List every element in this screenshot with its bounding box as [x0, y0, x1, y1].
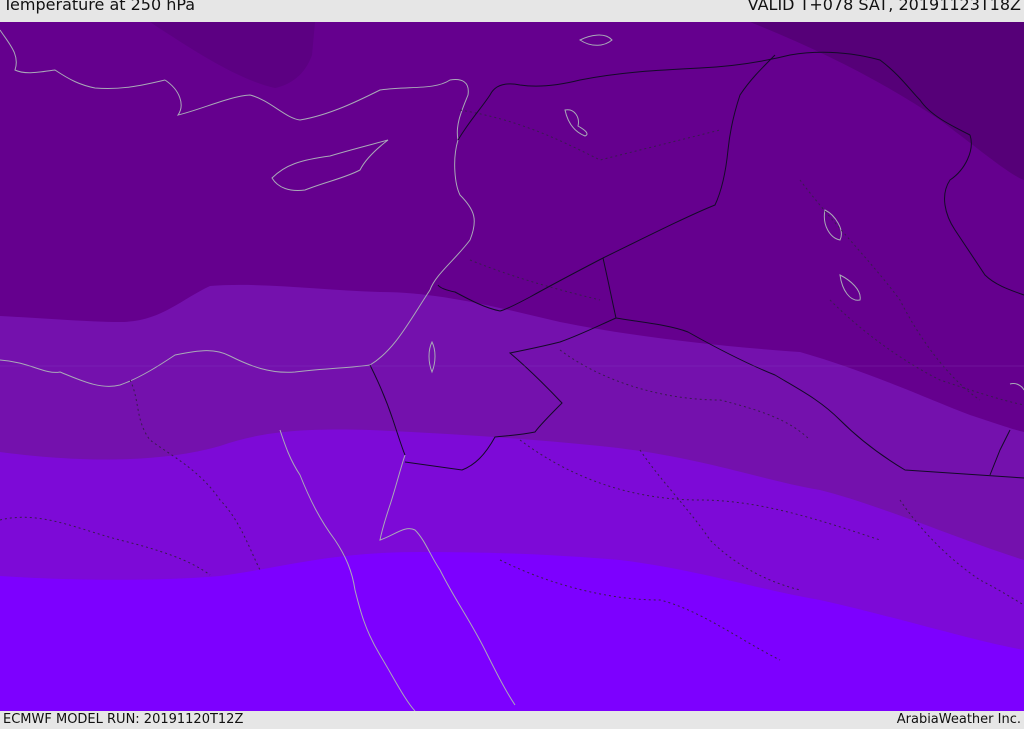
footer-bar: ECMWF MODEL RUN: 20191120T12Z ArabiaWeat… [0, 711, 1024, 729]
header-bar: Temperature at 250 hPa VALID T+078 SAT, … [0, 0, 1024, 22]
model-run-label: ECMWF MODEL RUN: 20191120T12Z [3, 712, 244, 727]
credit-label: ArabiaWeather Inc. [896, 712, 1021, 727]
temperature-map [0, 22, 1024, 711]
valid-time: VALID T+078 SAT, 20191123T18Z [747, 0, 1021, 14]
map-canvas [0, 22, 1024, 711]
map-title: Temperature at 250 hPa [3, 0, 196, 14]
